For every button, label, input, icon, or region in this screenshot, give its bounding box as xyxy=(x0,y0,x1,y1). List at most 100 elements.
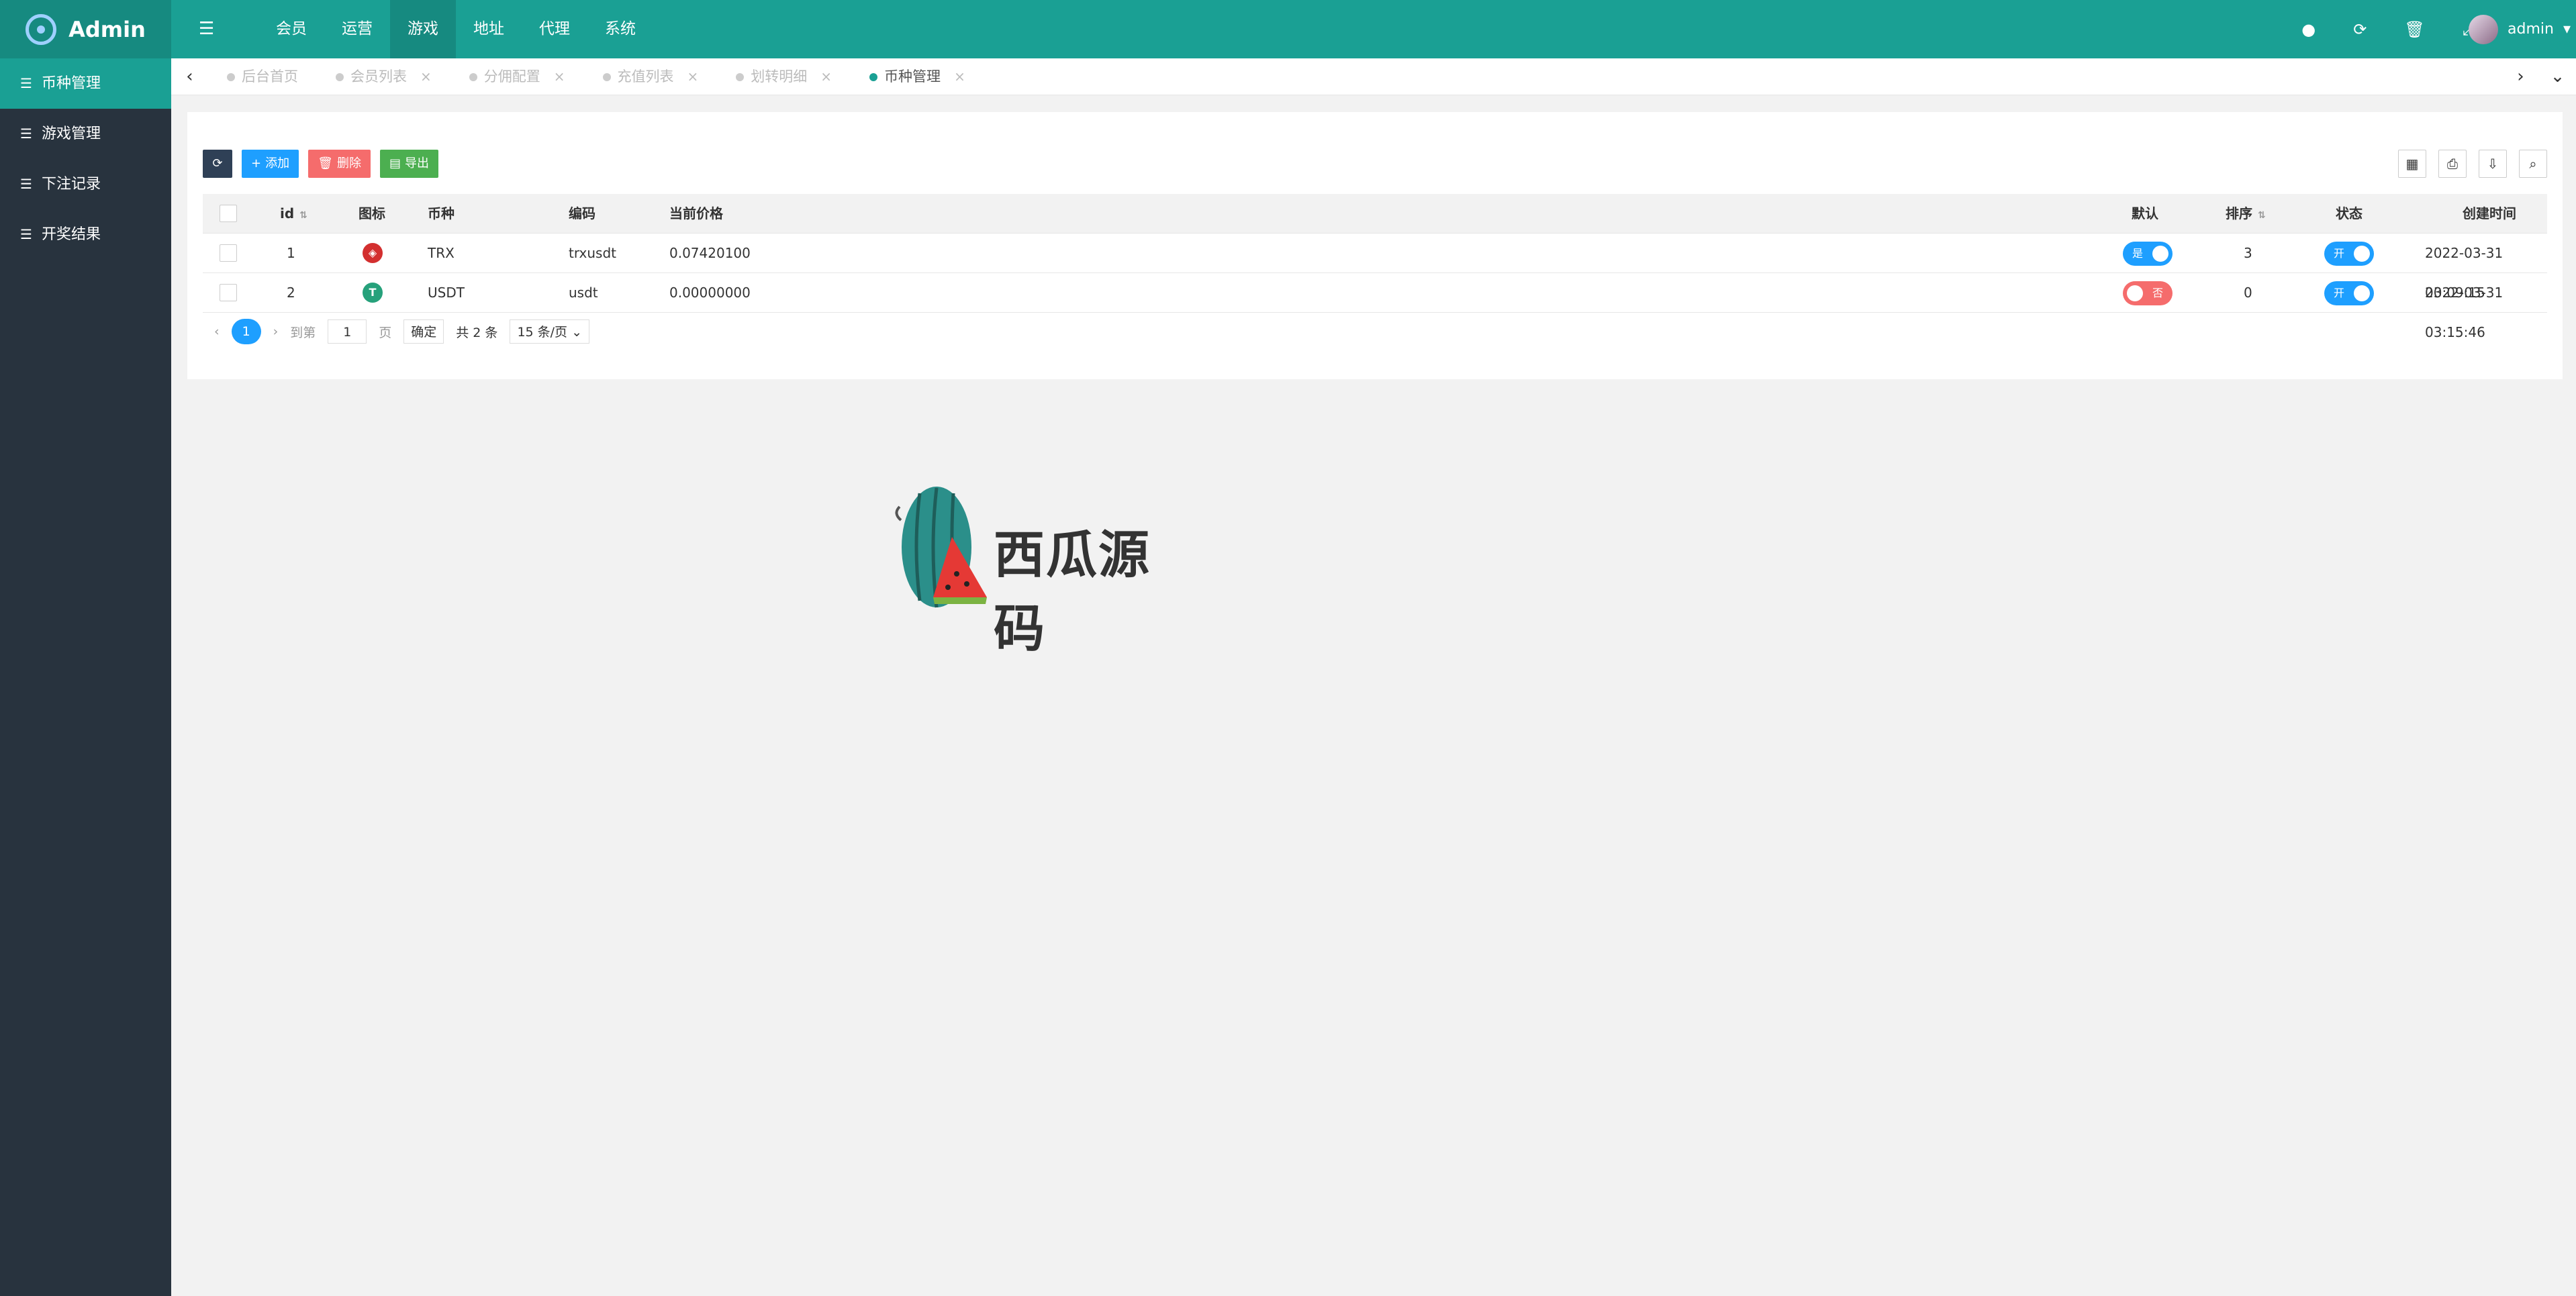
row-checkbox[interactable] xyxy=(220,244,237,262)
col-sort[interactable]: 排序 ⇅ xyxy=(2226,194,2266,234)
sidebar-item-label: 游戏管理 xyxy=(41,126,101,142)
content-card: ⟳ + 添加 🗑 删除 ▤ 导出 ▦ ⎙ ⇩ ⌕ id ⇅ 图标 币种 编码 当前价格 … xyxy=(187,112,2563,379)
chevron-down-icon[interactable]: ⌄ xyxy=(2539,58,2576,95)
chevron-down-icon: ⌄ xyxy=(571,325,583,340)
switch-knob xyxy=(2152,246,2168,262)
tab-commission[interactable]: 分佣配置 × xyxy=(450,58,584,95)
next-page-icon[interactable]: › xyxy=(273,324,279,339)
export-button[interactable]: ▤ 导出 xyxy=(379,150,438,178)
list-icon: ☰ xyxy=(20,75,32,91)
list-icon: ☰ xyxy=(20,176,32,192)
switch-knob xyxy=(2354,246,2370,262)
tab-member-list[interactable]: 会员列表 × xyxy=(317,58,450,95)
avatar xyxy=(2469,14,2499,44)
select-all-checkbox[interactable] xyxy=(220,205,237,222)
cell-coin: TRX xyxy=(428,245,455,261)
logo-icon xyxy=(26,13,57,45)
list-icon: ☰ xyxy=(20,226,32,242)
tab-label: 划转明细 xyxy=(751,68,808,85)
col-code: 编码 xyxy=(569,205,595,221)
col-id[interactable]: id ⇅ xyxy=(280,194,307,234)
close-icon[interactable]: × xyxy=(820,58,832,95)
refresh-icon[interactable]: ⟳ xyxy=(2353,20,2367,39)
status-switch[interactable]: 开 xyxy=(2324,242,2374,266)
watermark-logo: 西瓜源码 xyxy=(893,480,1161,658)
cell-code: usdt xyxy=(569,285,598,301)
add-button[interactable]: + 添加 xyxy=(242,150,299,178)
cell-sort: 0 xyxy=(2244,285,2252,301)
table-header: id⇅ 图标 币种 编码 当前价格 默认 排序⇅ 状态 创建时间 操作 xyxy=(203,194,2547,234)
search-icon[interactable]: ⌕ xyxy=(2519,150,2547,178)
cell-coin: USDT xyxy=(428,285,465,301)
tab-prev-icon[interactable]: ‹ xyxy=(171,58,208,95)
col-status: 状态 xyxy=(2336,205,2363,221)
tab-coin[interactable]: 币种管理 × xyxy=(851,58,984,95)
plus-icon: + xyxy=(251,156,262,170)
sidebar-item-coin[interactable]: ☰ 币种管理 xyxy=(0,58,171,109)
prev-page-icon[interactable]: ‹ xyxy=(214,324,220,339)
cell-id: 2 xyxy=(287,285,295,301)
tab-transfer[interactable]: 划转明细 × xyxy=(717,58,851,95)
logo[interactable]: Admin xyxy=(0,0,171,58)
col-created: 创建时间 xyxy=(2463,205,2516,221)
cell-sort: 3 xyxy=(2244,245,2252,261)
tab-label: 后台首页 xyxy=(242,68,298,85)
export-label: 导出 xyxy=(404,156,429,170)
switch-label: 开 xyxy=(2334,287,2345,299)
table-row: 1 ◈ TRX trxusdt 0.07420100 是 3 开 2022-03… xyxy=(203,234,2547,301)
sidebar-item-game[interactable]: ☰ 游戏管理 xyxy=(0,109,171,159)
sidebar-item-bets[interactable]: ☰ 下注记录 xyxy=(0,159,171,209)
sidebar-item-results[interactable]: ☰ 开奖结果 xyxy=(0,209,171,260)
user-menu[interactable]: admin ▾ xyxy=(2469,0,2576,58)
default-switch[interactable]: 否 xyxy=(2123,281,2173,305)
switch-label: 是 xyxy=(2132,247,2144,260)
tab-label: 会员列表 xyxy=(350,68,407,85)
page-size-select[interactable]: 15 条/页 ⌄ xyxy=(510,319,590,344)
tab-recharge[interactable]: 充值列表 × xyxy=(584,58,718,95)
cell-price: 0.07420100 xyxy=(669,245,751,261)
sidebar: ☰ 币种管理 ☰ 游戏管理 ☰ 下注记录 ☰ 开奖结果 xyxy=(0,58,171,1296)
page-number[interactable]: 1 xyxy=(231,319,261,344)
sort-icon: ⇅ xyxy=(299,210,307,221)
close-icon[interactable]: × xyxy=(420,58,432,95)
header-tools: ● ⟳ 🗑 ⤢ xyxy=(2301,0,2475,58)
col-default: 默认 xyxy=(2132,205,2158,221)
table-tools: ▦ ⎙ ⇩ ⌕ xyxy=(2398,150,2547,178)
app-title: Admin xyxy=(68,16,146,42)
nav-item-system[interactable]: 系统 xyxy=(587,0,653,58)
nav-item-address[interactable]: 地址 xyxy=(456,0,522,58)
columns-icon[interactable]: ▦ xyxy=(2398,150,2426,178)
delete-button[interactable]: 🗑 删除 xyxy=(308,150,371,178)
goto-page-input[interactable]: 1 xyxy=(328,319,367,344)
sidebar-item-label: 开奖结果 xyxy=(41,226,101,243)
col-price: 当前价格 xyxy=(669,205,723,221)
theme-icon[interactable]: ● xyxy=(2301,20,2316,39)
tab-dot-icon xyxy=(736,72,745,81)
export-icon[interactable]: ⇩ xyxy=(2479,150,2507,178)
default-switch[interactable]: 是 xyxy=(2123,242,2173,266)
tab-home[interactable]: 后台首页 xyxy=(208,58,317,95)
close-icon[interactable]: × xyxy=(554,58,565,95)
switch-label: 开 xyxy=(2334,247,2345,260)
goto-confirm-button[interactable]: 确定 xyxy=(403,319,444,344)
close-icon[interactable]: × xyxy=(687,58,699,95)
tab-dot-icon xyxy=(869,72,878,81)
close-icon[interactable]: × xyxy=(954,58,965,95)
clear-cache-icon[interactable]: 🗑 xyxy=(2404,20,2424,39)
nav-item-game[interactable]: 游戏 xyxy=(390,0,456,58)
watermark-text: 西瓜源码 xyxy=(994,525,1151,658)
menu-toggle-icon[interactable]: ☰ xyxy=(199,19,214,39)
refresh-button[interactable]: ⟳ xyxy=(203,150,232,178)
nav-item-agent[interactable]: 代理 xyxy=(522,0,587,58)
print-icon[interactable]: ⎙ xyxy=(2438,150,2467,178)
cell-code: trxusdt xyxy=(569,245,616,261)
file-icon: ▤ xyxy=(389,156,401,170)
nav-item-member[interactable]: 会员 xyxy=(258,0,324,58)
nav-item-operation[interactable]: 运营 xyxy=(324,0,390,58)
status-switch[interactable]: 开 xyxy=(2324,281,2374,305)
username: admin xyxy=(2508,21,2554,38)
sort-icon: ⇅ xyxy=(2258,210,2266,221)
tab-next-icon[interactable]: › xyxy=(2502,58,2539,95)
row-checkbox[interactable] xyxy=(220,284,237,301)
caret-down-icon: ▾ xyxy=(2563,21,2571,38)
